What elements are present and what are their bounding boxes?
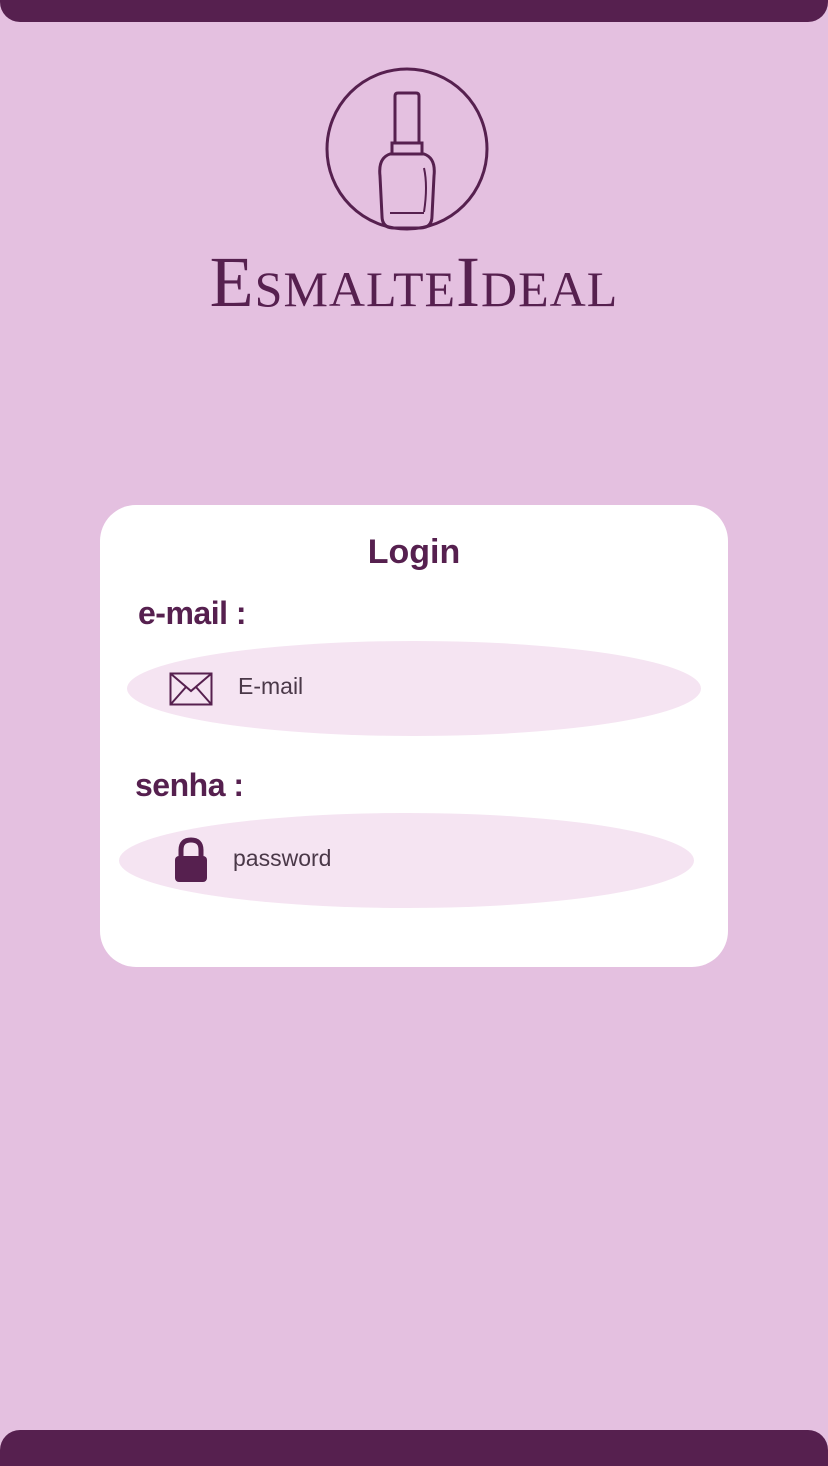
password-field[interactable]: password [119, 813, 694, 908]
email-field[interactable]: E-mail [127, 641, 701, 736]
lock-icon [174, 837, 208, 883]
nail-polish-bottle-icon [325, 67, 489, 231]
password-placeholder: password [233, 845, 332, 871]
brand-name: EsmalteIdeal [209, 242, 619, 322]
email-label: e-mail : [138, 595, 247, 631]
brand-logo: EsmalteIdeal [0, 60, 828, 322]
email-placeholder: E-mail [238, 673, 304, 699]
login-title: Login [367, 533, 461, 571]
password-label: senha : [135, 767, 244, 803]
top-bar [0, 0, 828, 22]
bottom-bar [0, 1430, 828, 1466]
login-card: Login e-mail : E-mail senha : password [100, 505, 728, 967]
envelope-icon [169, 671, 213, 707]
